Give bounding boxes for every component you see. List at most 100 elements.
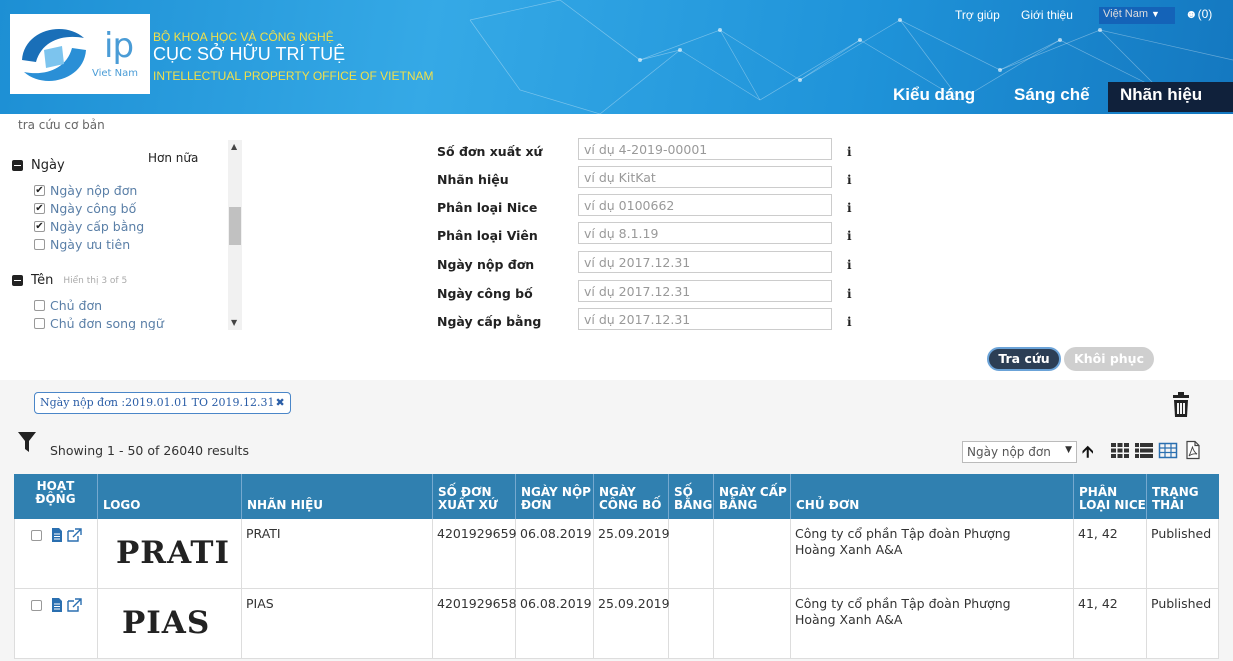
dropdown-arrow-icon: ▼ xyxy=(1151,9,1160,19)
col-header-status[interactable]: TRẠNG THÁI xyxy=(1147,474,1219,519)
ip-vietnam-logo[interactable]: ip Viet Nam xyxy=(10,14,150,94)
filter-group-hint: Hiển thị 3 of 5 xyxy=(63,275,128,286)
info-icon[interactable]: i xyxy=(847,173,852,187)
row-logo[interactable]: PIAS xyxy=(98,589,242,659)
more-filters-link[interactable]: Hơn nữa xyxy=(148,151,198,165)
scroll-down-icon[interactable]: ▼ xyxy=(231,318,237,327)
checkbox-icon[interactable] xyxy=(34,300,45,311)
checkbox-icon[interactable] xyxy=(34,239,45,250)
scroll-thumb[interactable] xyxy=(229,207,241,245)
cart-count: (0) xyxy=(1197,7,1213,21)
filter-group-name[interactable]: Tên Hiển thị 3 of 5 xyxy=(12,273,127,288)
info-icon[interactable]: i xyxy=(847,229,852,243)
filter-option[interactable]: ✔ Ngày nộp đơn xyxy=(34,183,137,198)
row-mark[interactable]: PIAS xyxy=(242,589,433,659)
search-button[interactable]: Tra cứu xyxy=(987,347,1061,371)
info-icon[interactable]: i xyxy=(847,145,852,159)
mark-input[interactable] xyxy=(578,166,832,188)
table-view-icon[interactable] xyxy=(1158,440,1178,460)
sort-select[interactable]: Ngày nộp đơn ▼ xyxy=(962,441,1077,463)
col-header-app-no[interactable]: SỐ ĐƠN XUẤT XỨ xyxy=(433,474,516,519)
field-label-vienna: Phân loại Viên xyxy=(437,228,538,243)
table-row: PIAS PIAS 4201929658 06.08.2019 25.09.20… xyxy=(14,589,1219,659)
vienna-input[interactable] xyxy=(578,222,832,244)
col-header-line: THÁI xyxy=(1152,498,1184,512)
filter-funnel-icon[interactable] xyxy=(18,432,36,452)
filter-option[interactable]: Ngày ưu tiên xyxy=(34,237,130,252)
row-logo[interactable]: PRATI xyxy=(98,519,242,589)
nice-input[interactable] xyxy=(578,194,832,216)
filter-option-label: Chủ đơn xyxy=(50,298,103,313)
document-icon[interactable] xyxy=(51,598,63,612)
filter-scrollbar[interactable]: ▲ ▼ xyxy=(228,140,242,330)
user-cart-button[interactable]: ☻(0) xyxy=(1185,7,1212,21)
grant-date-input[interactable] xyxy=(578,308,832,330)
scroll-up-icon[interactable]: ▲ xyxy=(231,142,237,151)
filter-option[interactable]: Chủ đơn song ngữ xyxy=(34,316,164,330)
row-mark[interactable]: PRATI xyxy=(242,519,433,589)
checkbox-checked-icon[interactable]: ✔ xyxy=(34,185,45,196)
app-no-input[interactable] xyxy=(578,138,832,160)
col-header-pub-date[interactable]: NGÀY CÔNG BỐ xyxy=(594,474,669,519)
filing-date-input[interactable] xyxy=(578,251,832,273)
col-header-line: BẰNG xyxy=(719,498,758,512)
col-header-line: XUẤT XỨ xyxy=(438,498,498,512)
dropdown-arrow-icon: ▼ xyxy=(1065,445,1072,455)
list-view-icon[interactable] xyxy=(1134,440,1154,460)
field-label-filing-date: Ngày nộp đơn xyxy=(437,257,535,272)
remove-filter-icon[interactable]: ✖ xyxy=(275,396,284,409)
reset-button[interactable]: Khôi phục xyxy=(1064,347,1154,371)
filter-option-label: Ngày ưu tiên xyxy=(50,237,131,252)
external-link-icon[interactable] xyxy=(67,598,83,612)
filter-group-date[interactable]: Ngày xyxy=(12,158,65,173)
help-link[interactable]: Trợ giúp xyxy=(955,8,1000,22)
sort-ascending-icon[interactable]: 🡩 xyxy=(1082,441,1094,468)
col-header-owner[interactable]: CHỦ ĐƠN xyxy=(791,474,1074,519)
col-header-filing-date[interactable]: NGÀY NỘP ĐƠN xyxy=(516,474,594,519)
col-header-line: ĐỘNG xyxy=(35,492,76,506)
col-header-mark[interactable]: NHÃN HIỆU xyxy=(242,474,433,519)
col-header-line: CÔNG BỐ xyxy=(599,498,662,512)
col-header-line: NGÀY NỘP xyxy=(521,485,591,499)
filter-option[interactable]: ✔ Ngày cấp bằng xyxy=(34,219,144,234)
col-header-reg-no[interactable]: SỐ BẰNG xyxy=(669,474,714,519)
language-select[interactable]: Việt Nam ▼ xyxy=(1099,7,1175,24)
info-icon[interactable]: i xyxy=(847,315,852,329)
col-header-logo[interactable]: LOGO xyxy=(98,474,242,519)
tab-trademarks[interactable]: Nhãn hiệu xyxy=(1108,82,1233,112)
user-icon: ☻ xyxy=(1185,7,1198,21)
pub-date-input[interactable] xyxy=(578,280,832,302)
tab-patents[interactable]: Sáng chế xyxy=(1014,82,1090,112)
collapse-icon xyxy=(12,275,23,286)
breadcrumb[interactable]: tra cứu cơ bản xyxy=(18,118,105,132)
filter-option[interactable]: ✔ Ngày công bố xyxy=(34,201,136,216)
checkbox-icon[interactable] xyxy=(34,318,45,329)
info-icon[interactable]: i xyxy=(847,287,852,301)
row-actions xyxy=(14,589,98,659)
grid-view-icon[interactable] xyxy=(1110,440,1130,460)
checkbox-checked-icon[interactable]: ✔ xyxy=(34,221,45,232)
pdf-export-icon[interactable] xyxy=(1183,440,1203,460)
tab-designs[interactable]: Kiểu dáng xyxy=(893,82,975,112)
row-select-checkbox[interactable] xyxy=(31,599,42,611)
filter-option[interactable]: Chủ đơn xyxy=(34,298,102,313)
trademark-logo-image: PRATI xyxy=(116,535,230,571)
logo-swirl-icon xyxy=(22,29,86,81)
col-header-line: NGÀY xyxy=(599,485,636,499)
col-header-line: LOẠI NICE xyxy=(1079,498,1146,512)
info-icon[interactable]: i xyxy=(847,258,852,272)
row-app-no: 4201929659 xyxy=(433,519,517,589)
external-link-icon[interactable] xyxy=(67,528,83,542)
document-icon[interactable] xyxy=(51,528,63,542)
site-header: ip Viet Nam BỘ KHOA HỌC VÀ CÔNG NGHỆ CỤC… xyxy=(0,0,1233,114)
row-filing-date: 06.08.2019 xyxy=(516,519,594,589)
col-header-line: PHÂN xyxy=(1079,485,1118,499)
col-header-grant-date[interactable]: NGÀY CẤP BẰNG xyxy=(714,474,791,519)
info-icon[interactable]: i xyxy=(847,201,852,215)
active-filter-chip[interactable]: Ngày nộp đơn :2019.01.01 TO 2019.12.31✖ xyxy=(34,392,291,414)
col-header-nice[interactable]: PHÂN LOẠI NICE xyxy=(1074,474,1147,519)
trash-icon[interactable] xyxy=(1170,392,1192,418)
checkbox-checked-icon[interactable]: ✔ xyxy=(34,203,45,214)
about-link[interactable]: Giới thiệu xyxy=(1021,8,1073,22)
row-select-checkbox[interactable] xyxy=(31,529,42,541)
